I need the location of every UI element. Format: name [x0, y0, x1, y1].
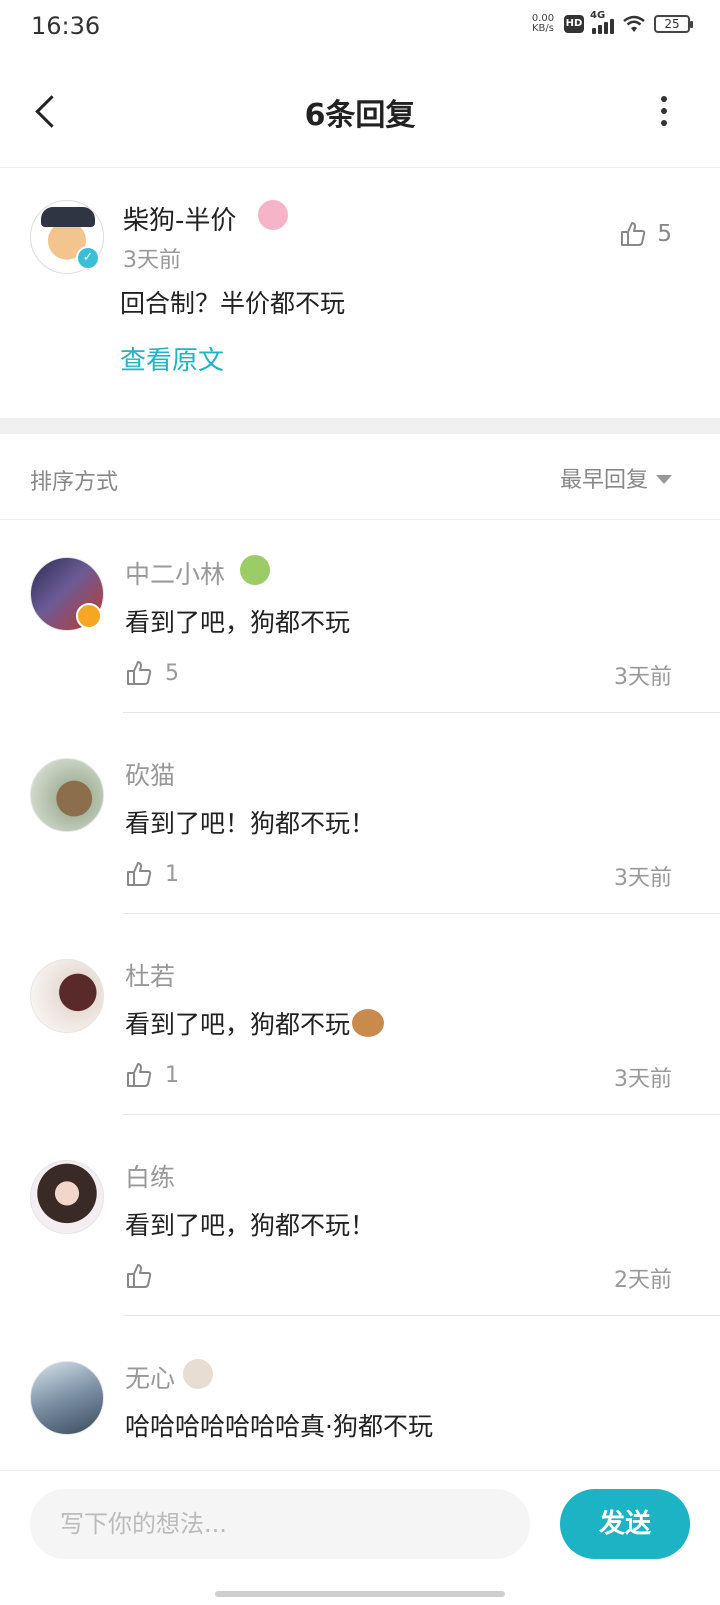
reply-timestamp: 3天前 [614, 1067, 672, 1092]
reply-username[interactable]: 无心 [125, 1359, 175, 1395]
comment-input[interactable] [30, 1489, 530, 1559]
op-like-button[interactable]: 5 [619, 220, 672, 248]
reply-content: 哈哈哈哈哈哈哈真·狗都不玩 [125, 1412, 433, 1441]
verified-icon: ✓ [76, 246, 100, 270]
reply-like-count: 1 [165, 861, 179, 887]
signal-icon: 4G [590, 10, 614, 34]
sort-dropdown[interactable]: 最早回复 [560, 462, 672, 494]
status-icons: 0.00 KB/s HD 4G 25 [530, 10, 693, 34]
reply-item: 中二小林 看到了吧，狗都不玩 5 3天前 [0, 507, 720, 713]
reply-item: 砍猫 看到了吧！狗都不玩！ 1 3天前 [0, 708, 720, 914]
see-no-evil-monkey-icon [352, 1009, 385, 1037]
reply-like-count: 5 [165, 660, 179, 686]
reply-timestamp: 3天前 [614, 866, 672, 891]
comment-composer: 发送 [0, 1470, 720, 1605]
op-content: 回合制？半价都不玩 [120, 289, 346, 318]
reply-item: 白练 看到了吧，狗都不玩！ 2天前 [0, 1110, 720, 1316]
reply-username[interactable]: 中二小林 [125, 555, 225, 591]
reply-content: 看到了吧，狗都不玩 [125, 1005, 385, 1041]
reply-content: 看到了吧，狗都不玩！ [125, 1211, 376, 1240]
network-type: 4G [590, 10, 606, 21]
network-speed: 0.00 KB/s [531, 13, 555, 34]
user-emblem-icon [240, 555, 270, 585]
nav-bar: 6条回复 [0, 56, 720, 168]
reply-like-button[interactable]: 5 [125, 659, 179, 687]
reply-timestamp: 3天前 [614, 665, 672, 690]
section-divider [0, 418, 720, 434]
sort-label: 排序方式 [30, 470, 119, 495]
status-time: 16:36 [31, 12, 101, 40]
reply-avatar[interactable] [30, 1361, 104, 1435]
wifi-icon [623, 15, 645, 32]
reply-content: 看到了吧，狗都不玩 [125, 608, 351, 637]
reply-like-button[interactable]: 1 [125, 1061, 179, 1089]
reply-like-button[interactable]: 1 [125, 860, 179, 888]
reply-avatar[interactable] [30, 758, 104, 832]
sort-selected-label: 最早回复 [559, 468, 648, 493]
reply-like-count: 1 [165, 1062, 179, 1088]
user-emblem-icon [258, 200, 288, 230]
caret-down-icon [656, 474, 672, 484]
status-bar: 16:36 0.00 KB/s HD 4G 25 [0, 0, 720, 56]
reply-username[interactable]: 白练 [125, 1158, 175, 1194]
thumb-up-icon [127, 1264, 152, 1288]
battery-icon: 25 [654, 15, 693, 33]
reply-item: 杜若 看到了吧，狗都不玩 1 3天前 [0, 909, 720, 1115]
reply-avatar[interactable] [30, 959, 104, 1033]
more-icon[interactable] [658, 96, 670, 126]
op-like-count: 5 [657, 221, 672, 247]
thumb-up-icon [127, 661, 152, 685]
op-timestamp: 3天前 [123, 248, 181, 273]
hd-icon: HD [564, 15, 584, 33]
reply-timestamp: 2天前 [614, 1268, 672, 1293]
reply-username[interactable]: 杜若 [125, 957, 175, 993]
rank-badge-icon [76, 603, 102, 629]
reply-avatar[interactable] [30, 1160, 104, 1234]
send-button[interactable]: 发送 [560, 1489, 690, 1559]
reply-content: 看到了吧！狗都不玩！ [125, 809, 376, 838]
home-indicator[interactable] [215, 1591, 505, 1597]
page-title: 6条回复 [304, 98, 416, 133]
thumb-up-icon [621, 222, 646, 246]
user-emblem-icon [183, 1359, 213, 1389]
op-username[interactable]: 柴狗-半价 [123, 200, 236, 237]
thumb-up-icon [127, 862, 152, 886]
reply-username[interactable]: 砍猫 [125, 756, 175, 792]
view-original-link[interactable]: 查看原文 [120, 340, 224, 377]
thumb-up-icon [127, 1063, 152, 1087]
reply-like-button[interactable] [125, 1262, 165, 1290]
